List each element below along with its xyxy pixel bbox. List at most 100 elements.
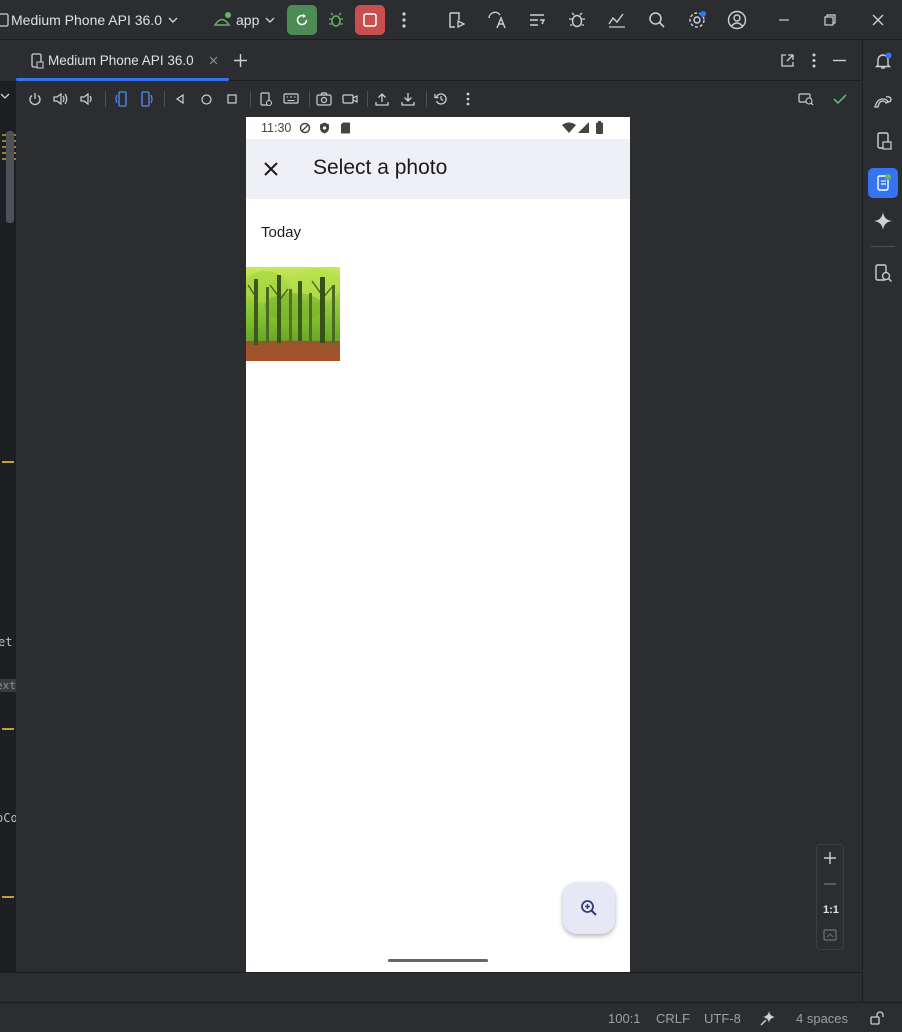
zoom-fit-icon[interactable]	[823, 929, 837, 941]
bug-report-icon[interactable]	[565, 8, 589, 32]
running-devices-tab-bar: Medium Phone API 36.0	[16, 40, 862, 81]
snapshot-restore-icon[interactable]	[432, 90, 450, 108]
signal-icon	[578, 122, 589, 133]
editor-scrollbar[interactable]	[6, 131, 14, 223]
run-config-selector[interactable]: app	[236, 12, 259, 28]
tool-window-bottom-area	[0, 972, 862, 1002]
download-icon[interactable]	[399, 90, 417, 108]
caret-position[interactable]: 100:1	[608, 1011, 641, 1026]
device-manager-icon[interactable]	[871, 129, 895, 153]
change-marker	[2, 461, 14, 463]
emulator-toolbar	[16, 82, 862, 116]
close-icon[interactable]	[263, 161, 279, 177]
upload-icon[interactable]	[373, 90, 391, 108]
toolbar-separator	[250, 91, 251, 107]
toolbar-separator	[871, 246, 895, 247]
unlock-icon[interactable]	[870, 1011, 884, 1025]
change-marker	[2, 896, 14, 898]
gemini-sparkle-icon[interactable]	[871, 209, 895, 233]
chevron-down-icon[interactable]	[0, 91, 10, 101]
data-saver-icon	[299, 122, 311, 134]
running-devices-icon[interactable]	[868, 168, 898, 198]
close-window-icon[interactable]	[866, 8, 890, 32]
rerun-button[interactable]	[287, 5, 317, 35]
rotate-left-icon[interactable]	[112, 90, 130, 108]
code-snippet: et	[0, 635, 13, 649]
android-status-bar: 11:30	[246, 117, 630, 139]
section-header-today: Today	[261, 224, 302, 241]
photo-picker-app-bar: Select a photo	[246, 139, 630, 199]
shield-icon	[319, 122, 330, 134]
code-snippet: ext	[0, 679, 16, 692]
photo-thumbnail[interactable]	[246, 267, 340, 361]
ide-status-bar: 100:1 CRLF UTF-8 4 spaces	[0, 1002, 902, 1032]
status-time: 11:30	[261, 121, 292, 135]
toolbar-separator	[105, 91, 106, 107]
search-icon[interactable]	[645, 8, 669, 32]
debug-icon[interactable]	[324, 8, 348, 32]
add-tab-icon[interactable]	[233, 53, 248, 68]
zoom-in-icon	[580, 899, 598, 917]
more-vertical-icon[interactable]	[459, 90, 477, 108]
sd-card-icon	[340, 122, 351, 134]
zoom-out-icon[interactable]	[823, 883, 837, 885]
zoom-in-icon[interactable]	[823, 851, 837, 865]
right-tool-window-strip	[862, 40, 902, 1002]
rotate-right-icon[interactable]	[138, 90, 156, 108]
device-mirror-icon[interactable]	[797, 90, 815, 108]
screen-record-icon[interactable]	[341, 90, 359, 108]
screenshot-icon[interactable]	[315, 90, 333, 108]
volume-up-icon[interactable]	[52, 90, 70, 108]
apply-changes-icon[interactable]	[445, 8, 469, 32]
indent-setting[interactable]: 4 spaces	[796, 1011, 848, 1026]
minimize-window-icon[interactable]	[772, 8, 796, 32]
editor-gutter-strip: et ext oCo	[0, 81, 16, 972]
device-selector[interactable]: Medium Phone API 36.0	[11, 12, 162, 28]
more-vertical-icon[interactable]	[392, 8, 416, 32]
stop-button[interactable]	[355, 5, 385, 35]
device-explorer-icon[interactable]	[871, 261, 895, 285]
chevron-down-icon[interactable]	[258, 8, 282, 32]
tab-close-icon[interactable]	[209, 56, 218, 65]
chevron-down-icon[interactable]	[161, 8, 185, 32]
tab-label: Medium Phone API 36.0	[48, 53, 194, 68]
file-encoding[interactable]: UTF-8	[704, 1011, 741, 1026]
hide-panel-icon[interactable]	[833, 59, 846, 62]
gradle-icon[interactable]	[871, 89, 895, 113]
profiler-icon[interactable]	[605, 8, 629, 32]
toolbar-separator	[367, 91, 368, 107]
home-icon[interactable]	[197, 90, 215, 108]
tab-active-indicator	[16, 78, 229, 81]
page-title: Select a photo	[313, 156, 448, 179]
power-icon[interactable]	[26, 90, 44, 108]
more-vertical-icon[interactable]	[812, 53, 816, 68]
battery-icon	[596, 121, 603, 134]
wifi-icon	[562, 122, 576, 133]
title-bar: Medium Phone API 36.0 app	[0, 0, 902, 40]
code-snippet: oCo	[0, 811, 16, 825]
emulator-zoom-controls: 1:1	[816, 844, 844, 950]
toolbar-separator	[164, 91, 165, 107]
device-screen[interactable]: 11:30 Select a photo Today	[246, 117, 630, 972]
zoom-in-fab[interactable]	[563, 882, 615, 934]
account-icon[interactable]	[725, 8, 749, 32]
zoom-actual-size[interactable]: 1:1	[823, 904, 839, 916]
android-app-icon[interactable]	[210, 8, 234, 32]
keyboard-icon[interactable]	[282, 90, 300, 108]
restore-window-icon[interactable]	[818, 8, 842, 32]
tab-medium-phone[interactable]: Medium Phone API 36.0	[16, 40, 229, 81]
layout-icon[interactable]	[525, 8, 549, 32]
gesture-nav-handle[interactable]	[388, 959, 488, 962]
ai-assist-icon[interactable]	[760, 1010, 776, 1026]
line-ending[interactable]: CRLF	[656, 1011, 690, 1026]
settings-icon[interactable]	[685, 8, 709, 32]
checkmark-icon	[831, 90, 849, 108]
fold-icon[interactable]	[257, 90, 275, 108]
overview-icon[interactable]	[223, 90, 241, 108]
notifications-icon[interactable]	[871, 49, 895, 73]
translate-icon[interactable]	[485, 8, 509, 32]
volume-down-icon[interactable]	[78, 90, 96, 108]
toolbar-separator	[426, 91, 427, 107]
back-icon[interactable]	[171, 90, 189, 108]
open-external-icon[interactable]	[780, 53, 795, 68]
